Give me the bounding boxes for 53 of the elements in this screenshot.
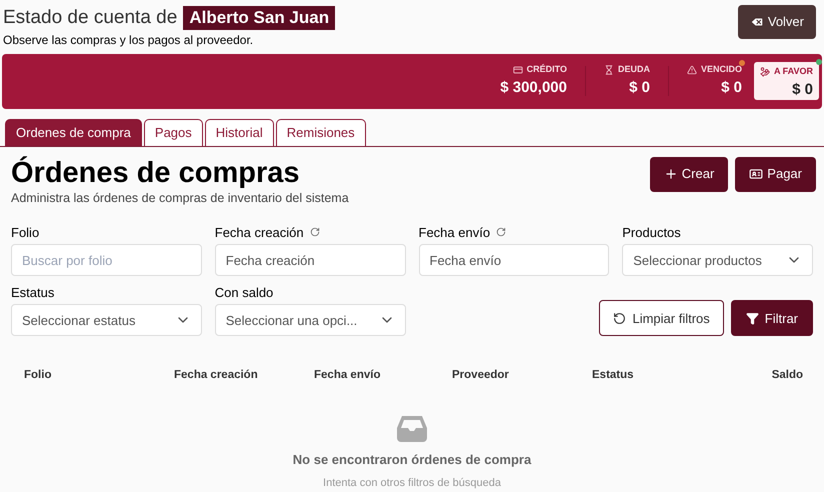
column-header: Proveedor [452, 369, 509, 382]
input-field[interactable]: Buscar por folio [11, 244, 202, 276]
warning-icon [686, 64, 697, 75]
plus-icon [664, 167, 678, 181]
stat-label: CRÉDITO [526, 63, 567, 76]
back-button[interactable]: Volver [738, 5, 816, 39]
column-header: Folio [24, 369, 52, 382]
filter-label: Estatus [11, 284, 54, 302]
column-header: Fecha creación [174, 369, 258, 382]
stat-value: $ 0 [792, 80, 813, 100]
tab[interactable]: Pagos [144, 118, 203, 146]
select-field[interactable]: Seleccionar estatus [11, 304, 202, 336]
stat-value: $ 0 [629, 78, 650, 98]
section-subtitle: Administra las órdenes de compras de inventario del sistema [11, 190, 349, 207]
hand-coin-icon [760, 66, 770, 77]
input-field[interactable]: Fecha envío [418, 244, 610, 276]
column-header: Fecha envío [314, 369, 380, 382]
filter-label: Fecha envío [418, 224, 490, 242]
pay-button[interactable]: Pagar [735, 156, 816, 192]
card-icon [512, 64, 523, 75]
stat-value: $ 0 [721, 78, 742, 98]
clear-filters-button[interactable]: Limpiar filtros [599, 300, 724, 336]
filter-label: Con saldo [214, 284, 274, 302]
filter-button[interactable]: Filtrar [730, 300, 813, 336]
filter-label: Folio [11, 224, 40, 242]
select-field[interactable]: Seleccionar una opci... [214, 304, 406, 336]
stat-label: A FAVOR [774, 65, 813, 78]
hourglass-icon [604, 64, 614, 75]
input-field[interactable]: Fecha creación [214, 244, 406, 276]
client-name: Alberto San Juan [183, 6, 336, 30]
page-heading: Estado de cuenta de [3, 6, 178, 30]
empty-hint: Intenta con otros filtros de búsqueda [323, 476, 501, 491]
id-card-icon [749, 167, 764, 181]
create-button[interactable]: Crear [650, 156, 728, 192]
empty-title: No se encontraron órdenes de compra [292, 451, 532, 470]
tab[interactable]: Historial [204, 118, 274, 146]
filter-icon [746, 312, 759, 325]
tab[interactable]: Ordenes de compra [5, 118, 142, 146]
stat-label: DEUDA [618, 63, 650, 76]
section-title: Órdenes de compras [11, 156, 300, 188]
reset-icon[interactable] [310, 227, 320, 238]
reset-icon[interactable] [496, 227, 506, 238]
filter-label: Productos [622, 224, 681, 242]
undo-icon [613, 312, 626, 325]
inbox-icon [397, 416, 427, 442]
tab[interactable]: Remisiones [276, 118, 366, 146]
select-field[interactable]: Seleccionar productos [622, 244, 813, 276]
filter-label: Fecha creación [214, 224, 304, 242]
stat-label: VENCIDO [700, 63, 742, 76]
column-header: Saldo [772, 369, 803, 382]
subtitle: Observe las compras y los pagos al proveedor. [3, 32, 254, 46]
stat-value: $ 300,000 [500, 78, 567, 98]
column-header: Estatus [592, 369, 634, 382]
